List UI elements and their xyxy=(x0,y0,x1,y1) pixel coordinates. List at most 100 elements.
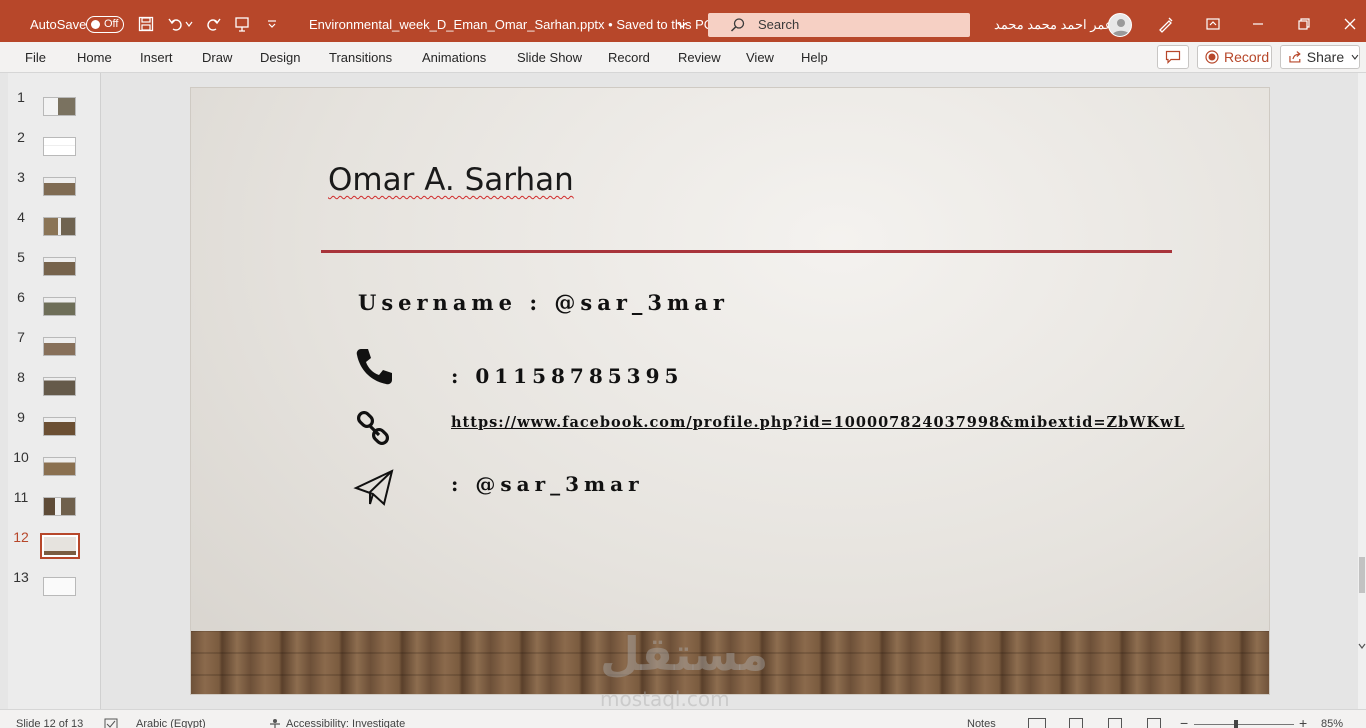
slide-sorter-icon[interactable] xyxy=(1069,718,1083,728)
save-icon[interactable] xyxy=(136,14,156,34)
tab-insert[interactable]: Insert xyxy=(140,50,173,65)
slide[interactable]: Omar A. Sarhan Username : @sar_3mar : 01… xyxy=(190,87,1270,695)
avatar[interactable] xyxy=(1108,13,1132,37)
thumbnail-image xyxy=(43,377,76,396)
thumbnail-number: 7 xyxy=(17,329,25,345)
thumbnail-image xyxy=(43,217,76,236)
thumbnail-slide-4[interactable]: 4 xyxy=(8,209,101,249)
vertical-scrollbar[interactable] xyxy=(1358,73,1366,709)
tab-record[interactable]: Record xyxy=(608,50,650,65)
title-bar: AutoSave Off Environmental_week_D_Eman_O… xyxy=(0,0,1366,48)
ribbon-tabs: File Home Insert Draw Design Transitions… xyxy=(0,42,1366,73)
close-icon[interactable] xyxy=(1340,14,1360,34)
title-divider-line xyxy=(321,250,1172,253)
thumbnail-image xyxy=(43,337,76,356)
thumbnail-slide-5[interactable]: 5 xyxy=(8,249,101,289)
thumbnail-slide-1[interactable]: 1 xyxy=(8,89,101,129)
record-icon xyxy=(1205,50,1219,64)
autosave-state: Off xyxy=(104,18,119,30)
language-indicator[interactable]: Arabic (Egypt) xyxy=(136,718,206,728)
slideshow-view-icon[interactable] xyxy=(1147,718,1161,728)
notes-label: Notes xyxy=(967,718,996,728)
thumbnail-slide-13[interactable]: 13 xyxy=(8,569,101,609)
phone-line[interactable]: : 01158785395 xyxy=(451,364,683,388)
thumbnail-slide-6[interactable]: 6 xyxy=(8,289,101,329)
thumbnail-number: 13 xyxy=(13,569,29,585)
share-label: Share xyxy=(1306,49,1345,65)
zoom-out-icon[interactable]: − xyxy=(1180,715,1188,728)
share-dropdown-icon xyxy=(1351,54,1359,60)
zoom-level[interactable]: 85% xyxy=(1321,718,1343,728)
thumbnail-slide-10[interactable]: 10 xyxy=(8,449,101,489)
comments-button[interactable] xyxy=(1157,45,1189,69)
slide-thumbnail-pane: 1 2 3 4 5 6 7 8 9 10 11 12 13 xyxy=(8,73,101,709)
share-icon xyxy=(1289,51,1301,63)
thumbnail-slide-11[interactable]: 11 xyxy=(8,489,101,529)
thumbnail-image xyxy=(43,457,76,476)
thumbnail-slide-2[interactable]: 2 xyxy=(8,129,101,169)
thumbnail-slide-9[interactable]: 9 xyxy=(8,409,101,449)
telegram-icon xyxy=(353,469,394,506)
tab-animations[interactable]: Animations xyxy=(422,50,486,65)
thumbnail-slide-7[interactable]: 7 xyxy=(8,329,101,369)
comment-icon xyxy=(1165,50,1181,64)
notes-button[interactable]: Notes xyxy=(953,718,996,728)
normal-view-icon[interactable] xyxy=(1028,718,1046,728)
thumbnail-number: 5 xyxy=(17,249,25,265)
tab-view[interactable]: View xyxy=(746,50,774,65)
tab-design[interactable]: Design xyxy=(260,50,300,65)
customize-toolbar-icon[interactable] xyxy=(262,14,282,34)
minimize-icon[interactable] xyxy=(1248,14,1268,34)
redo-icon[interactable] xyxy=(203,14,223,34)
thumbnail-number: 11 xyxy=(13,489,29,505)
tab-draw[interactable]: Draw xyxy=(202,50,232,65)
scrollbar-thumb[interactable] xyxy=(1359,557,1365,593)
thumbnail-slide-12[interactable]: 12 xyxy=(8,529,101,569)
slide-title[interactable]: Omar A. Sarhan xyxy=(328,162,574,198)
designer-pen-icon[interactable] xyxy=(1156,14,1176,34)
ribbon-display-icon[interactable] xyxy=(1203,14,1223,34)
thumbnail-image xyxy=(40,533,80,559)
present-icon[interactable] xyxy=(232,14,252,34)
zoom-slider[interactable] xyxy=(1194,724,1294,725)
tab-home[interactable]: Home xyxy=(77,50,112,65)
user-name[interactable]: عمر احمد محمد محمد xyxy=(994,17,1113,33)
title-dropdown-icon[interactable] xyxy=(672,15,692,35)
search-placeholder: Search xyxy=(758,17,800,32)
accessibility-icon xyxy=(270,719,280,728)
autosave-toggle[interactable]: Off xyxy=(86,16,124,33)
tab-review[interactable]: Review xyxy=(678,50,721,65)
thumbnail-number: 8 xyxy=(17,369,25,385)
thumbnail-slide-3[interactable]: 3 xyxy=(8,169,101,209)
reading-view-icon[interactable] xyxy=(1108,718,1122,728)
slide-counter: Slide 12 of 13 xyxy=(16,718,84,728)
zoom-in-icon[interactable]: + xyxy=(1299,715,1307,728)
phone-icon xyxy=(356,349,392,385)
restore-icon[interactable] xyxy=(1294,14,1314,34)
share-button[interactable]: Share xyxy=(1280,45,1360,69)
thumbnail-image xyxy=(43,137,76,156)
facebook-link[interactable]: https://www.facebook.com/profile.php?id=… xyxy=(451,414,1185,431)
tab-help[interactable]: Help xyxy=(801,50,828,65)
thumbnail-image xyxy=(43,497,76,516)
spelling-check-icon[interactable] xyxy=(104,718,118,728)
toggle-knob xyxy=(91,20,100,29)
search-box[interactable]: Search xyxy=(708,13,970,37)
thumbnail-number: 4 xyxy=(17,209,25,225)
thumbnail-image xyxy=(43,577,76,596)
thumbnail-number: 3 xyxy=(17,169,25,185)
accessibility-status[interactable]: Accessibility: Investigate xyxy=(286,718,405,728)
username-line[interactable]: Username : @sar_3mar xyxy=(358,290,729,315)
tab-file[interactable]: File xyxy=(25,50,46,65)
record-button[interactable]: Record xyxy=(1197,45,1272,69)
thumbnail-slide-8[interactable]: 8 xyxy=(8,369,101,409)
telegram-line[interactable]: : @sar_3mar xyxy=(451,472,644,496)
thumbnail-image xyxy=(43,177,76,196)
scroll-down-icon[interactable] xyxy=(1358,642,1366,650)
document-title[interactable]: Environmental_week_D_Eman_Omar_Sarhan.pp… xyxy=(309,17,713,32)
record-label: Record xyxy=(1224,49,1270,65)
zoom-slider-thumb[interactable] xyxy=(1234,720,1238,728)
tab-transitions[interactable]: Transitions xyxy=(329,50,392,65)
undo-dropdown-icon[interactable] xyxy=(183,14,195,34)
tab-slide-show[interactable]: Slide Show xyxy=(517,50,582,65)
